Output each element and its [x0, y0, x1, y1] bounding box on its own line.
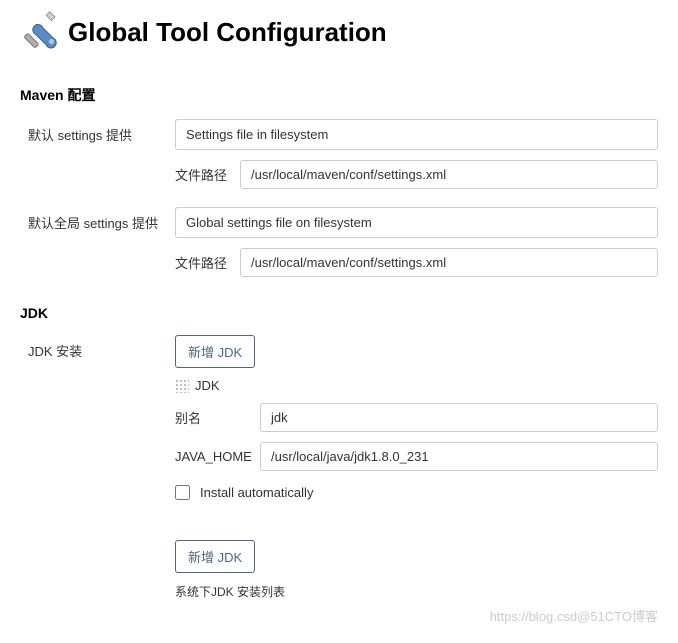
jdk-install-row: JDK 安装 新增 JDK JDK 别名 JAVA_HOME Install a…: [20, 335, 658, 600]
jdk-section-header: JDK: [20, 305, 658, 321]
maven-default-settings-label: 默认 settings 提供: [20, 119, 175, 144]
maven-global-path-input[interactable]: [240, 248, 658, 277]
maven-default-path-label: 文件路径: [175, 165, 240, 184]
install-auto-checkbox[interactable]: [175, 485, 190, 500]
jdk-alias-input[interactable]: [260, 403, 658, 432]
jdk-install-label: JDK 安装: [20, 335, 175, 360]
jdk-entry-name: JDK: [195, 378, 220, 393]
jdk-list-note: 系统下JDK 安装列表: [175, 583, 658, 600]
maven-global-path-label: 文件路径: [175, 253, 240, 272]
jdk-alias-label: 别名: [175, 408, 260, 427]
maven-global-settings-row: 默认全局 settings 提供 Global settings file on…: [20, 207, 658, 287]
java-home-label: JAVA_HOME: [175, 449, 260, 464]
maven-default-settings-row: 默认 settings 提供 Settings file in filesyst…: [20, 119, 658, 199]
watermark: https://blog.csd@51CTO博客: [490, 606, 658, 625]
add-jdk-button-bottom[interactable]: 新增 JDK: [175, 540, 255, 573]
maven-default-settings-select[interactable]: Settings file in filesystem: [175, 119, 658, 150]
install-auto-label: Install automatically: [200, 485, 313, 500]
java-home-input[interactable]: [260, 442, 658, 471]
tools-icon: [20, 10, 62, 55]
maven-global-settings-select[interactable]: Global settings file on filesystem: [175, 207, 658, 238]
jdk-entry: JDK 别名 JAVA_HOME Install automatically: [175, 378, 658, 500]
maven-default-path-input[interactable]: [240, 160, 658, 189]
page-title: Global Tool Configuration: [68, 17, 387, 48]
maven-global-settings-label: 默认全局 settings 提供: [20, 207, 175, 232]
add-jdk-button-top[interactable]: 新增 JDK: [175, 335, 255, 368]
maven-section-header: Maven 配置: [20, 85, 658, 105]
drag-handle-icon[interactable]: [175, 379, 189, 393]
page-title-row: Global Tool Configuration: [20, 10, 658, 55]
